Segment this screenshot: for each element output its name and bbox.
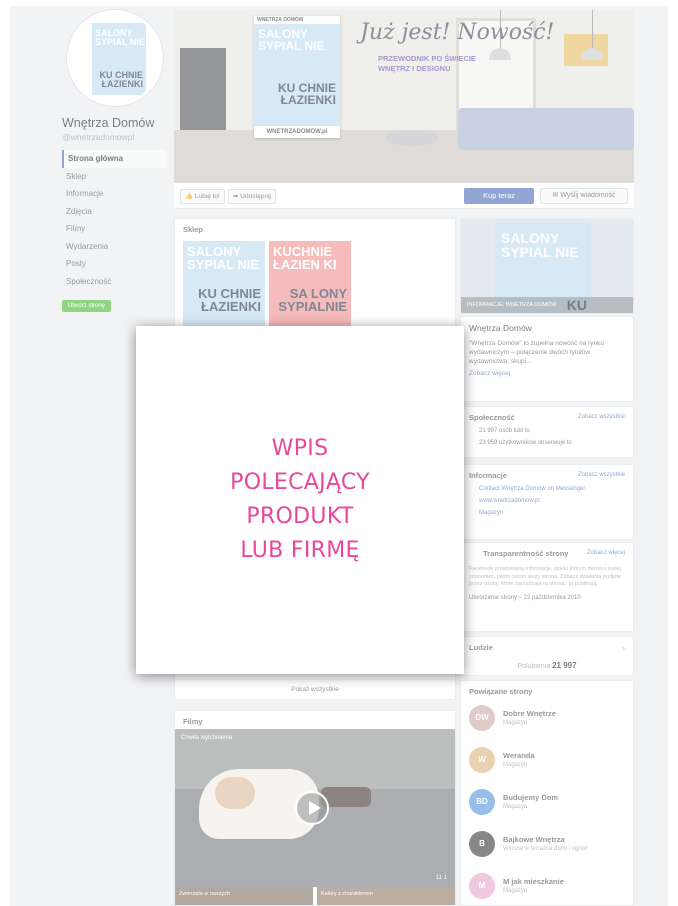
overlay-line: WPIS <box>271 436 329 461</box>
overlay-line: POLECAJĄCY <box>230 470 370 495</box>
overlay-line: LUB FIRMĘ <box>240 538 360 563</box>
overlay-headline: WPIS POLECAJĄCY PRODUKT LUB FIRMĘ <box>190 432 410 568</box>
overlay-line: PRODUKT <box>246 504 354 529</box>
promo-overlay-card: WPIS POLECAJĄCY PRODUKT LUB FIRMĘ <box>136 326 464 674</box>
